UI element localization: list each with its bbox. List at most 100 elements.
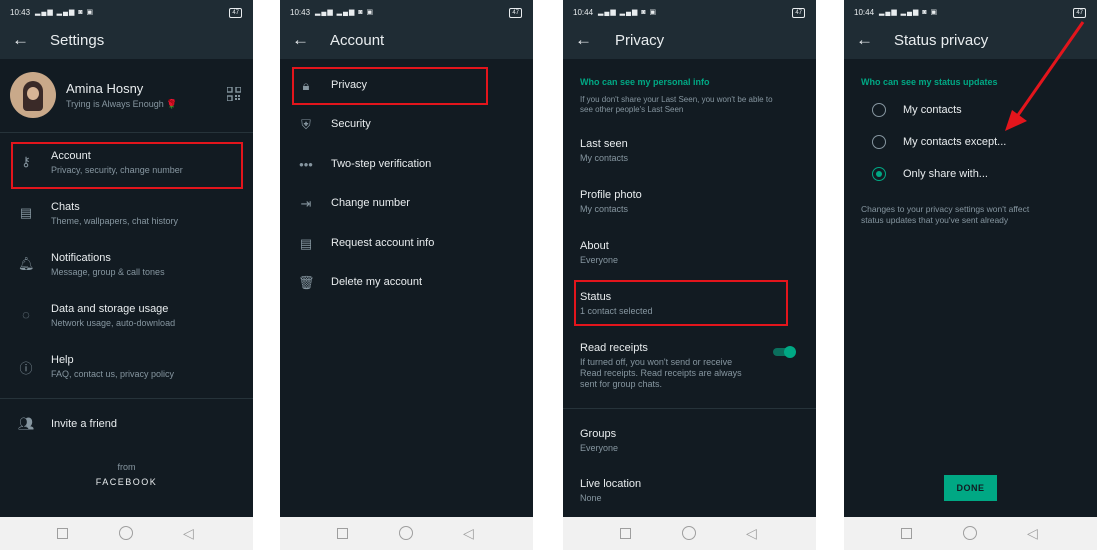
account-item-security[interactable]: ⛨ Security <box>280 111 533 139</box>
item-sub: Everyone <box>580 255 619 265</box>
nav-bar: ◁ <box>844 517 1097 550</box>
last-seen-note: see other people's Last Seen <box>580 105 684 114</box>
item-label: Chats <box>51 201 80 213</box>
settings-item-chats[interactable]: ▤ Chats Theme, wallpapers, chat history <box>0 197 253 241</box>
back-arrow-icon[interactable]: ← <box>292 30 309 50</box>
document-icon: ▤ <box>299 236 313 251</box>
item-label: About <box>580 240 609 252</box>
page-title: Privacy <box>615 32 665 49</box>
account-item-change-number[interactable]: ⇥ Change number <box>280 190 533 218</box>
item-label: Two-step verification <box>331 158 432 170</box>
privacy-item-last-seen[interactable]: Last seen My contacts <box>563 137 816 167</box>
item-sub: Read receipts. Read receipts are always <box>580 368 742 378</box>
privacy-item-about[interactable]: About Everyone <box>563 239 816 269</box>
battery-icon: 47 <box>792 8 805 18</box>
item-sub: Everyone <box>580 443 619 453</box>
item-sub: If turned off, you won't send or receive <box>580 357 733 367</box>
settings-item-notifications[interactable]: 🔔︎ Notifications Message, group & call t… <box>0 248 253 292</box>
read-receipts-toggle[interactable] <box>773 346 796 358</box>
shield-icon: ⛨ <box>301 117 311 132</box>
app-bar: ← Settings <box>0 24 253 59</box>
battery-icon: 47 <box>229 8 242 18</box>
avatar[interactable] <box>10 72 56 118</box>
home-icon[interactable] <box>119 526 133 540</box>
app-bar: ← Account <box>280 24 533 59</box>
help-icon: ⓘ <box>19 361 33 376</box>
item-label: Change number <box>331 197 410 209</box>
privacy-item-profile-photo[interactable]: Profile photo My contacts <box>563 188 816 218</box>
account-screen: 10:43 ▂▄▆ ▂▄▆ ◙ ▣ 47 ← Account 🔒︎ Privac… <box>280 0 533 550</box>
item-label: Live location <box>580 478 642 490</box>
invite-friend[interactable]: 👥︎ Invite a friend <box>0 413 253 437</box>
settings-screen: 10:43 ▂▄▆ ▂▄▆ ◙ ▣ 47 ← Settings Amina Ho… <box>0 0 253 550</box>
item-label: Delete my account <box>331 276 423 288</box>
phone-change-icon: ⇥ <box>300 196 312 211</box>
account-item-two-step[interactable]: ••• Two-step verification <box>280 151 533 179</box>
divider <box>0 132 253 133</box>
item-sub: Network usage, auto-download <box>51 318 176 328</box>
item-sub: My contacts <box>580 204 629 214</box>
from-label: from <box>117 462 136 472</box>
privacy-item-groups[interactable]: Groups Everyone <box>563 427 816 457</box>
home-icon[interactable] <box>963 526 977 540</box>
page-title: Settings <box>50 32 105 49</box>
item-label: Profile photo <box>580 189 642 201</box>
item-sub: sent for group chats. <box>580 379 663 389</box>
home-icon[interactable] <box>682 526 696 540</box>
nav-back-icon[interactable]: ◁ <box>463 525 474 541</box>
nav-back-icon[interactable]: ◁ <box>1027 525 1038 541</box>
nav-back-icon[interactable]: ◁ <box>183 525 194 541</box>
recents-icon[interactable] <box>337 528 348 539</box>
item-label: Last seen <box>580 138 628 150</box>
status-bar: 10:43 ▂▄▆ ▂▄▆ ◙ ▣ 47 <box>280 0 533 24</box>
account-item-delete[interactable]: 🗑︎ Delete my account <box>280 269 533 297</box>
trash-icon: 🗑︎ <box>298 275 315 290</box>
settings-item-help[interactable]: ⓘ Help FAQ, contact us, privacy policy <box>0 351 253 395</box>
nav-bar: ◁ <box>563 517 816 550</box>
item-label: Data and storage usage <box>51 303 169 315</box>
item-sub: My contacts <box>580 153 629 163</box>
divider <box>563 408 816 409</box>
highlight-box <box>292 67 488 105</box>
page-title: Account <box>330 32 385 49</box>
data-usage-icon: ◌ <box>22 307 30 322</box>
clock: 10:43 <box>290 8 311 17</box>
account-item-request-info[interactable]: ▤ Request account info <box>280 230 533 258</box>
item-label: Notifications <box>51 252 111 264</box>
recents-icon[interactable] <box>901 528 912 539</box>
home-icon[interactable] <box>399 526 413 540</box>
nav-bar: ◁ <box>0 517 253 550</box>
battery-icon: 47 <box>509 8 522 18</box>
profile-status: Trying is Always Enough 🌹 <box>66 99 178 109</box>
item-sub: Theme, wallpapers, chat history <box>51 216 179 226</box>
qr-code-icon[interactable] <box>227 87 241 101</box>
status-bar: 10:43 ▂▄▆ ▂▄▆ ◙ ▣ 47 <box>0 0 253 24</box>
dots-icon: ••• <box>299 157 313 172</box>
recents-icon[interactable] <box>620 528 631 539</box>
nav-bar: ◁ <box>280 517 533 550</box>
settings-item-data-storage[interactable]: ◌ Data and storage usage Network usage, … <box>0 300 253 344</box>
item-label: Help <box>51 354 74 366</box>
section-heading: Who can see my personal info <box>580 77 710 87</box>
back-arrow-icon[interactable]: ← <box>12 30 29 50</box>
highlight-box <box>574 280 788 326</box>
signal-icons: ▂▄▆ ▂▄▆ ◙ ▣ <box>315 9 375 16</box>
item-label: Security <box>331 118 371 130</box>
divider <box>0 398 253 399</box>
signal-icons: ▂▄▆ ▂▄▆ ◙ ▣ <box>598 9 658 16</box>
back-arrow-icon[interactable]: ← <box>575 30 592 50</box>
facebook-brand: FACEBOOK <box>95 477 158 487</box>
clock: 10:44 <box>573 8 594 17</box>
bell-icon: 🔔︎ <box>18 256 35 271</box>
clock: 10:43 <box>10 8 31 17</box>
item-sub: FAQ, contact us, privacy policy <box>51 369 175 379</box>
nav-back-icon[interactable]: ◁ <box>746 525 757 541</box>
privacy-item-live-location[interactable]: Live location None <box>563 477 816 507</box>
highlight-box <box>11 142 243 189</box>
item-label: Invite a friend <box>51 418 118 430</box>
status-privacy-screen: 10:44 ▂▄▆ ▂▄▆ ◙ ▣ 47 ← Status privacy Wh… <box>844 0 1097 550</box>
recents-icon[interactable] <box>57 528 68 539</box>
profile-name: Amina Hosny <box>66 81 144 96</box>
red-arrow-annotation <box>1005 21 1085 131</box>
item-label: Read receipts <box>580 342 648 354</box>
